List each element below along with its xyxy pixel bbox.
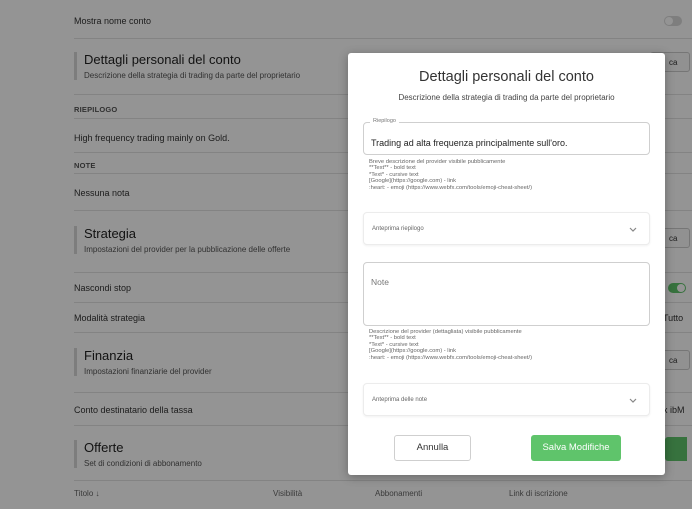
notes-help-text: Descrizione del provider (dettagliata) v… xyxy=(369,329,532,361)
save-changes-button[interactable]: Salva Modifiche xyxy=(531,435,621,461)
summary-preview-dropdown[interactable]: Anteprima riepilogo xyxy=(363,212,650,245)
cancel-button[interactable]: Annulla xyxy=(394,435,471,461)
chevron-down-icon xyxy=(629,227,637,232)
personal-details-dialog: Dettagli personali del conto Descrizione… xyxy=(348,53,665,475)
notes-field[interactable]: Note xyxy=(363,262,650,326)
notes-preview-label: Anteprima delle note xyxy=(372,397,428,403)
dialog-title: Dettagli personali del conto xyxy=(419,69,594,85)
help-line: :heart: - emoji (https://www.webfx.com/t… xyxy=(369,184,533,191)
notes-preview-dropdown[interactable]: Anteprima delle note xyxy=(363,383,650,416)
summary-field[interactable]: Riepilogo Trading ad alta frequenza prin… xyxy=(363,118,650,155)
help-line: :heart: - emoji (https://www.webfx.com/t… xyxy=(369,354,533,361)
summary-help-text: Breve descrizione del provider visibile … xyxy=(369,159,532,191)
chevron-down-icon xyxy=(629,398,637,403)
summary-field-legend: Riepilogo xyxy=(370,118,399,124)
dialog-subtitle: Descrizione della strategia di trading d… xyxy=(398,93,615,102)
summary-input-value[interactable]: Trading ad alta frequenza principalmente… xyxy=(371,138,568,148)
notes-placeholder: Note xyxy=(371,277,389,287)
summary-preview-label: Anteprima riepilogo xyxy=(372,226,424,232)
